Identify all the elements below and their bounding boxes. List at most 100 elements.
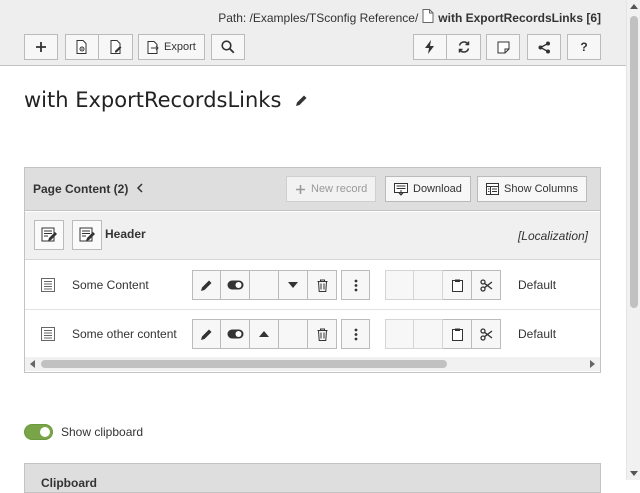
scroll-left-arrow[interactable] [30, 360, 35, 368]
edit-button[interactable] [192, 319, 221, 349]
edit-button[interactable] [192, 270, 221, 300]
pencil-icon [201, 329, 212, 340]
chevron-left-icon [137, 183, 143, 193]
empty-action [385, 270, 414, 300]
table-row: Some other content Default [25, 310, 600, 359]
edit-list-icon [79, 227, 95, 242]
row-label[interactable]: Some Content [72, 278, 149, 292]
cut-button[interactable] [472, 270, 501, 300]
search-button[interactable] [211, 34, 245, 60]
export-label: Export [164, 41, 196, 53]
clipboard-panel-title: Clipboard [41, 476, 97, 490]
move-down-button[interactable] [279, 270, 308, 300]
page-path-title: with ExportRecordsLinks [6] [438, 10, 601, 25]
panel-header: Page Content (2) New record Download Sho… [25, 168, 600, 211]
edit-page-button[interactable] [99, 34, 133, 60]
scroll-thumb[interactable] [630, 16, 638, 308]
new-record-button[interactable]: New record [286, 176, 377, 202]
panel-title: Page Content (2) [33, 182, 144, 196]
clipboard-panel: Clipboard [24, 463, 601, 493]
copy-button[interactable] [443, 270, 472, 300]
edit-page-icon [110, 40, 121, 54]
clear-cache-button[interactable] [413, 34, 447, 60]
view-page-button[interactable] [65, 34, 99, 60]
empty-action [414, 270, 443, 300]
pencil-icon [296, 95, 307, 106]
edit-list-icon [41, 227, 57, 242]
show-columns-button[interactable]: Show Columns [477, 176, 587, 202]
hide-toggle-button[interactable] [221, 319, 250, 349]
search-icon [221, 40, 235, 54]
empty-action [385, 319, 414, 349]
scroll-right-arrow[interactable] [590, 360, 595, 368]
row-label[interactable]: Some other content [72, 327, 177, 341]
scroll-down-arrow[interactable] [630, 471, 638, 476]
document-header: Path: /Examples/TSconfig Reference/ with… [0, 0, 626, 66]
reload-button[interactable] [447, 34, 481, 60]
plus-icon [296, 184, 305, 194]
export-button[interactable]: Export [138, 34, 205, 60]
edit-columns-button[interactable] [72, 220, 102, 250]
refresh-icon [458, 41, 469, 53]
toolbar-group-share [527, 34, 561, 60]
show-columns-label: Show Columns [504, 183, 578, 195]
row-actions [192, 270, 337, 300]
copy-button[interactable] [443, 319, 472, 349]
show-clipboard-toggle-row: Show clipboard [24, 424, 143, 440]
toolbar-group-search [211, 34, 245, 60]
help-button[interactable]: ? [567, 34, 601, 60]
download-button[interactable]: Download [385, 176, 471, 202]
content-element-icon[interactable] [41, 278, 55, 295]
column-localization: [Localization] [517, 229, 588, 243]
collapse-button[interactable] [136, 182, 144, 196]
delete-button[interactable] [308, 319, 337, 349]
scroll-up-arrow[interactable] [630, 4, 638, 9]
edit-selected-button[interactable] [34, 220, 64, 250]
note-icon [497, 41, 509, 53]
row-clipboard-actions [385, 270, 501, 300]
trash-icon [317, 279, 327, 292]
toggle-icon [227, 280, 243, 290]
toolbar-group-bookmark [486, 34, 520, 60]
toolbar-group-export: Export [138, 34, 205, 60]
horizontal-scrollbar[interactable] [25, 357, 600, 371]
share-button[interactable] [527, 34, 561, 60]
caret-up-icon [259, 331, 269, 337]
column-header-label[interactable]: Header [105, 227, 146, 241]
download-label: Download [413, 183, 462, 195]
view-page-icon [76, 40, 87, 54]
edit-title-button[interactable] [295, 88, 308, 112]
bookmark-button[interactable] [486, 34, 520, 60]
toggle-icon [227, 329, 243, 339]
table-row: Some Content Default [25, 261, 600, 310]
more-options-button[interactable] [341, 319, 370, 349]
plus-icon [36, 42, 46, 52]
page-icon [422, 9, 434, 26]
delete-button[interactable] [308, 270, 337, 300]
page-content-panel: Page Content (2) New record Download Sho… [24, 167, 601, 373]
toolbar-group-cache [413, 34, 481, 60]
toolbar-group-help: ? [567, 34, 601, 60]
empty-action [414, 319, 443, 349]
new-button[interactable] [24, 34, 58, 60]
scissors-icon [479, 327, 492, 341]
vertical-scrollbar[interactable] [626, 0, 640, 480]
show-clipboard-label[interactable]: Show clipboard [61, 425, 143, 439]
breadcrumb: Path: /Examples/TSconfig Reference/ with… [218, 9, 601, 26]
ellipsis-vertical-icon [354, 279, 357, 291]
move-up-button[interactable] [250, 319, 279, 349]
move-up-placeholder [250, 270, 279, 300]
row-more [341, 270, 370, 300]
scroll-thumb[interactable] [41, 360, 447, 368]
content-element-icon[interactable] [41, 327, 55, 344]
row-more [341, 319, 370, 349]
pencil-icon [201, 280, 212, 291]
cut-button[interactable] [472, 319, 501, 349]
more-options-button[interactable] [341, 270, 370, 300]
show-clipboard-switch[interactable] [24, 424, 53, 440]
scissors-icon [479, 278, 492, 292]
toolbar-group-new [24, 34, 58, 60]
panel-title-text: Page Content (2) [33, 182, 129, 196]
hide-toggle-button[interactable] [221, 270, 250, 300]
move-down-placeholder [279, 319, 308, 349]
